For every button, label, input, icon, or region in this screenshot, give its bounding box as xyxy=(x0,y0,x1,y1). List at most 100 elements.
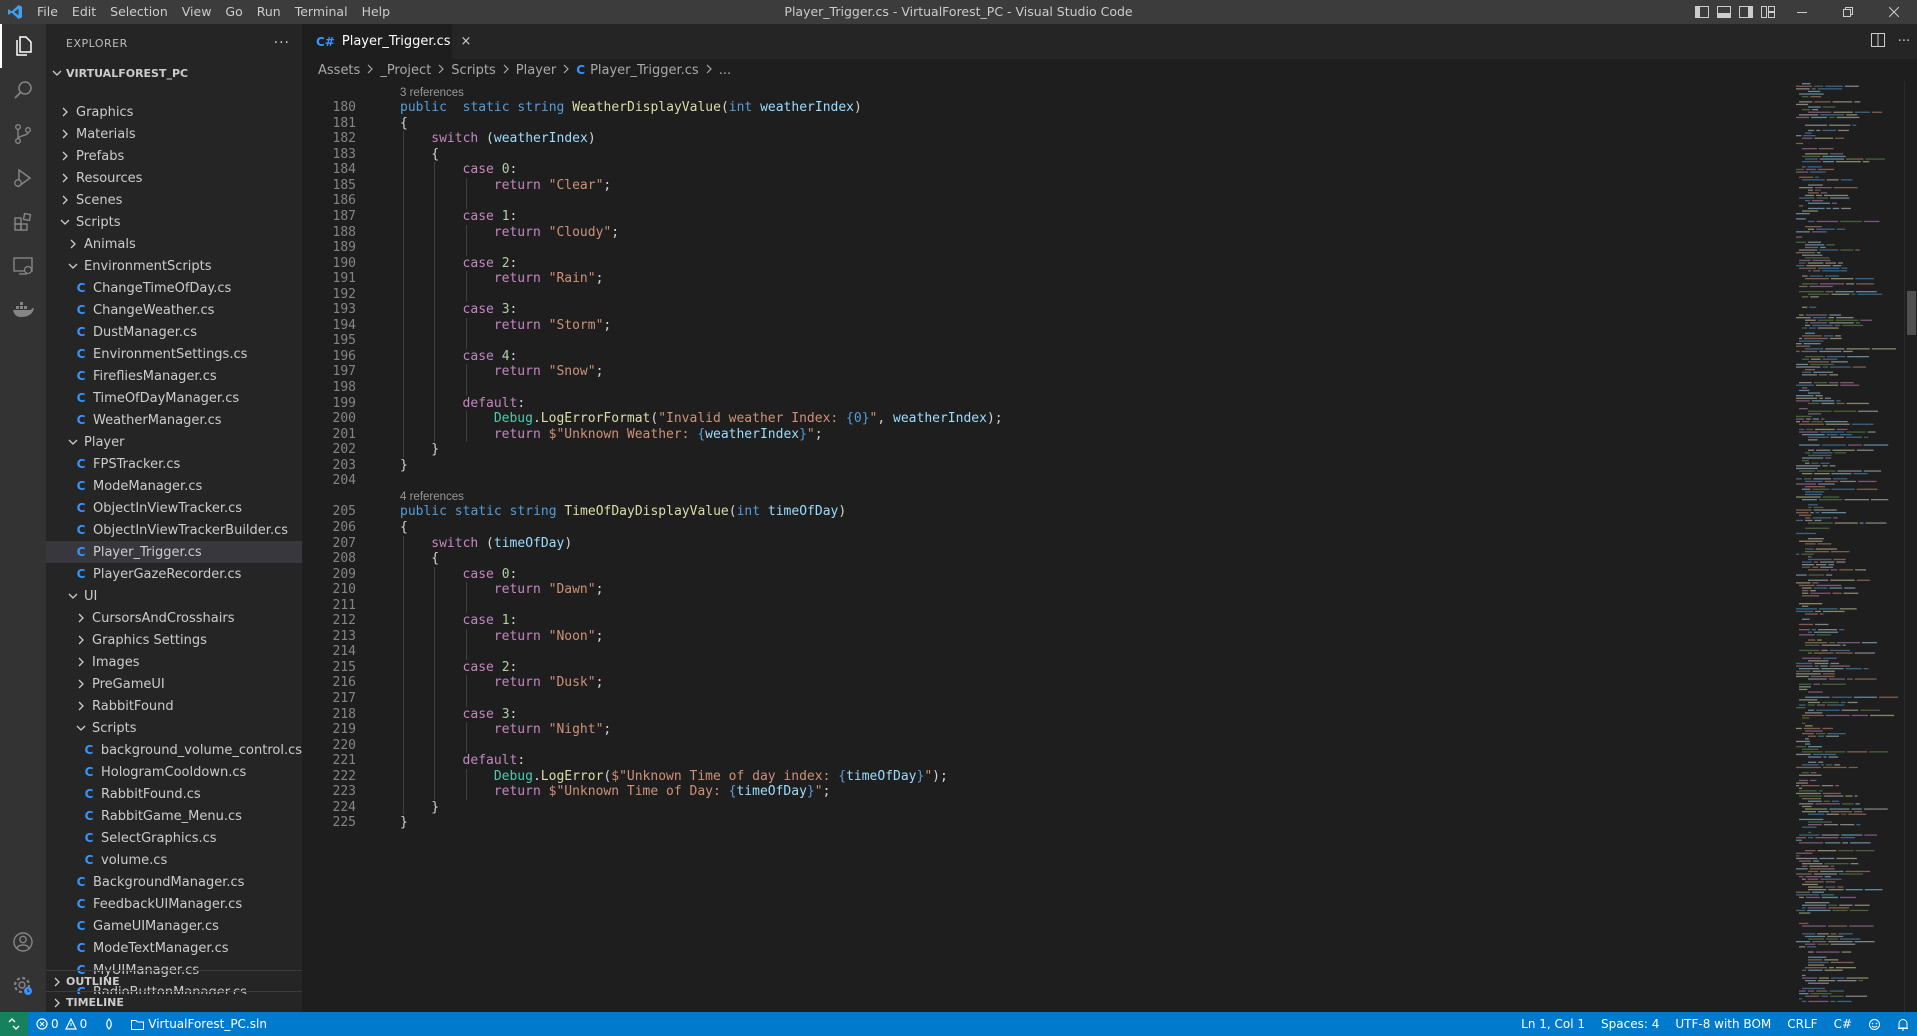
tree-folder[interactable]: Player xyxy=(46,431,302,453)
editor-scrollbar[interactable] xyxy=(1904,81,1917,1012)
tab-close-icon[interactable]: × xyxy=(461,34,472,49)
toggle-primary-sidebar-icon[interactable] xyxy=(1691,0,1713,24)
menu-help[interactable]: Help xyxy=(355,0,398,24)
more-actions-icon[interactable]: ··· xyxy=(1891,34,1917,49)
tree-file[interactable]: C PlayerGazeRecorder.cs xyxy=(46,563,302,585)
menu-terminal[interactable]: Terminal xyxy=(288,0,355,24)
restore-icon[interactable] xyxy=(1825,0,1871,24)
source-control-icon[interactable] xyxy=(0,112,46,156)
tree-folder[interactable]: EnvironmentScripts xyxy=(46,255,302,277)
minimap-line xyxy=(1805,462,1810,464)
run-debug-icon[interactable] xyxy=(0,156,46,200)
minimap[interactable] xyxy=(1792,81,1904,1012)
tree-file[interactable]: C FeedbackUIManager.cs xyxy=(46,893,302,915)
outline-section[interactable]: OUTLINE xyxy=(46,970,302,992)
settings-gear-icon[interactable] xyxy=(0,964,46,1008)
account-icon[interactable] xyxy=(0,920,46,964)
code-editor[interactable]: 1791801811821831841851861871881891901911… xyxy=(302,81,1792,1012)
split-editor-icon[interactable] xyxy=(1865,32,1891,51)
tree-file[interactable]: C EnvironmentSettings.cs xyxy=(46,343,302,365)
tree-file[interactable]: C GameUIManager.cs xyxy=(46,915,302,937)
workspace-root[interactable]: VIRTUALFOREST_PC xyxy=(46,62,302,84)
tree-file[interactable]: C SelectGraphics.cs xyxy=(46,827,302,849)
search-icon[interactable] xyxy=(0,68,46,112)
minimap-line xyxy=(1802,714,1824,717)
notifications-bell-icon[interactable] xyxy=(1889,1012,1917,1036)
live-share-icon[interactable] xyxy=(95,1012,123,1036)
tree-file[interactable]: C WeatherManager.cs xyxy=(46,409,302,431)
tree-file[interactable]: C ModeTextManager.cs xyxy=(46,937,302,959)
tree-file[interactable]: C ObjectInViewTrackerBuilder.cs xyxy=(46,519,302,541)
tree-file[interactable]: Cbackground_volume_control.cs xyxy=(46,739,303,761)
breadcrumb-item[interactable]: Player_Trigger.cs xyxy=(590,63,699,78)
file-encoding[interactable]: UTF-8 with BOM xyxy=(1667,1012,1779,1036)
docker-icon[interactable] xyxy=(0,288,46,332)
minimap-line xyxy=(1802,179,1825,181)
tab-player-trigger[interactable]: C# Player_Trigger.cs × xyxy=(302,24,471,59)
tree-file[interactable]: C ObjectInViewTracker.cs xyxy=(46,497,302,519)
codelens-references[interactable]: 3 references xyxy=(400,87,464,99)
tree-folder[interactable]: Resources xyxy=(46,167,302,189)
toggle-secondary-sidebar-icon[interactable] xyxy=(1735,0,1757,24)
indentation[interactable]: Spaces: 4 xyxy=(1593,1012,1667,1036)
menu-view[interactable]: View xyxy=(175,0,219,24)
tree-folder[interactable]: RabbitFound xyxy=(46,695,302,717)
customize-layout-icon[interactable] xyxy=(1757,0,1779,24)
remote-explorer-icon[interactable] xyxy=(0,244,46,288)
breadcrumb-item[interactable]: _Project xyxy=(380,63,431,78)
toggle-panel-icon[interactable] xyxy=(1713,0,1735,24)
extensions-icon[interactable] xyxy=(0,200,46,244)
tree-folder[interactable]: Graphics xyxy=(46,101,302,123)
tree-folder[interactable]: Images xyxy=(46,651,302,673)
tree-file[interactable]: C ModeManager.cs xyxy=(46,475,302,497)
tree-folder[interactable]: Materials xyxy=(46,123,302,145)
code-line: { xyxy=(400,116,408,131)
tree-file[interactable]: C FirefliesManager.cs xyxy=(46,365,302,387)
tree-file[interactable]: C ChangeWeather.cs xyxy=(46,299,302,321)
explorer-icon[interactable] xyxy=(0,24,46,68)
tree-file[interactable]: C FPSTracker.cs xyxy=(46,453,302,475)
tree-folder[interactable]: UI xyxy=(46,585,302,607)
minimap-line xyxy=(1825,85,1843,87)
tree-folder[interactable]: Graphics Settings xyxy=(46,629,302,651)
language-mode[interactable]: C# xyxy=(1826,1012,1860,1036)
tree-folder[interactable]: Prefabs xyxy=(46,145,302,167)
tree-file[interactable]: C BackgroundManager.cs xyxy=(46,871,302,893)
breadcrumb-item[interactable]: Scripts xyxy=(451,63,495,78)
tree-folder[interactable]: Scripts xyxy=(46,717,302,739)
codelens-references[interactable]: 4 references xyxy=(400,491,464,503)
tree-file[interactable]: C ChangeTimeOfDay.cs xyxy=(46,277,302,299)
tree-file[interactable]: C DustManager.cs xyxy=(46,321,302,343)
tree-file[interactable]: C TimeOfDayManager.cs xyxy=(46,387,302,409)
problems-indicator[interactable]: 0 0 xyxy=(28,1012,95,1036)
menu-edit[interactable]: Edit xyxy=(65,0,103,24)
menu-run[interactable]: Run xyxy=(250,0,288,24)
cursor-position[interactable]: Ln 1, Col 1 xyxy=(1513,1012,1593,1036)
tree-folder[interactable]: CursorsAndCrosshairs xyxy=(46,607,302,629)
tree-file[interactable]: C RabbitGame_Menu.cs xyxy=(46,805,302,827)
tree-folder[interactable]: PreGameUI xyxy=(46,673,302,695)
breadcrumb-item[interactable]: Assets xyxy=(318,63,360,78)
more-actions-icon[interactable]: ··· xyxy=(274,35,290,51)
tree-file[interactable]: Cvolume.cs xyxy=(46,849,302,871)
end-of-line[interactable]: CRLF xyxy=(1779,1012,1825,1036)
close-icon[interactable] xyxy=(1871,0,1917,24)
minimap-line xyxy=(1808,735,1817,737)
tree-file[interactable]: C HologramCooldown.cs xyxy=(46,761,302,783)
feedback-icon[interactable] xyxy=(1860,1012,1889,1036)
timeline-section[interactable]: TIMELINE xyxy=(46,991,302,1012)
solution-indicator[interactable]: VirtualForest_PC.sln xyxy=(123,1012,275,1036)
tree-folder[interactable]: Animals xyxy=(46,233,302,255)
tree-file[interactable]: C RabbitFound.cs xyxy=(46,783,302,805)
tree-file[interactable]: C Player_Trigger.cs xyxy=(46,541,302,563)
scrollbar-thumb[interactable] xyxy=(1907,291,1916,335)
menu-selection[interactable]: Selection xyxy=(103,0,175,24)
remote-indicator-icon[interactable] xyxy=(0,1012,28,1036)
breadcrumb-item[interactable]: ... xyxy=(719,63,731,78)
tree-folder[interactable]: Scripts xyxy=(46,211,302,233)
minimize-icon[interactable] xyxy=(1779,0,1825,24)
tree-folder[interactable]: Scenes xyxy=(46,189,302,211)
menu-file[interactable]: File xyxy=(30,0,65,24)
breadcrumb-item[interactable]: Player xyxy=(516,63,556,78)
menu-go[interactable]: Go xyxy=(218,0,249,24)
